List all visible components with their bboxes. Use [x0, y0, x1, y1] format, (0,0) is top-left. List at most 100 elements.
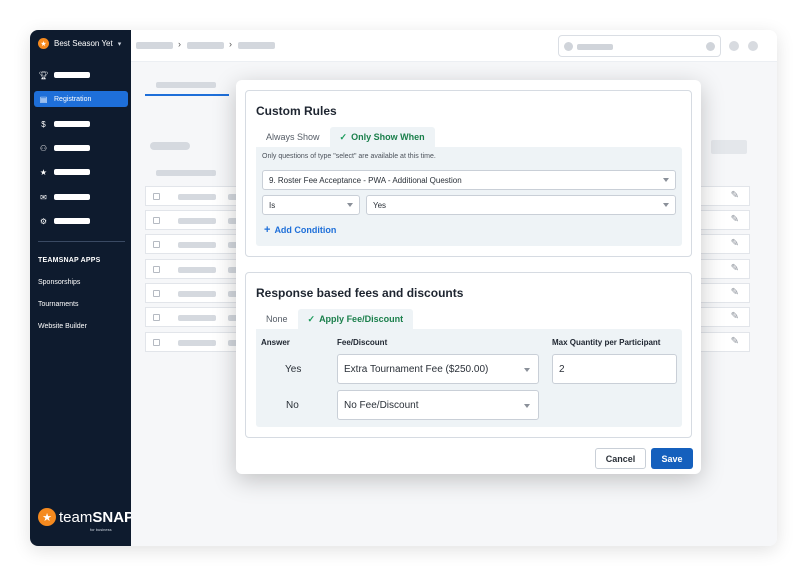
select-type-note: Only questions of type "select" are avai…: [262, 153, 436, 160]
sidebar-item-placeholder: [54, 194, 90, 200]
caret-down-icon: [347, 203, 353, 207]
clear-icon[interactable]: [706, 42, 715, 51]
fee-select-yes-value: Extra Tournament Fee ($250.00): [344, 363, 489, 375]
apps-title: TEAMSNAP APPS: [38, 257, 101, 264]
fees-panel: Response based fees and discounts None ✓…: [245, 272, 692, 438]
chevron-right-icon: ›: [178, 39, 181, 49]
notification-icon[interactable]: [729, 41, 739, 51]
brand-word-light: team: [59, 508, 93, 526]
edit-icon: ✎: [730, 190, 739, 201]
sidebar-item-4[interactable]: ⚇: [34, 140, 128, 156]
tab-apply-fee-label: Apply Fee/Discount: [319, 314, 404, 324]
season-logo-icon: ★: [38, 38, 49, 49]
season-selector[interactable]: ★ Best Season Yet ▾: [38, 38, 121, 49]
fee-select-yes[interactable]: Extra Tournament Fee ($250.00): [337, 354, 539, 384]
question-select[interactable]: 9. Roster Fee Acceptance - PWA - Additio…: [262, 170, 676, 190]
bg-button: [711, 140, 747, 154]
custom-rules-tabs: Always Show ✓ Only Show When: [256, 127, 435, 147]
answer-select[interactable]: Yes: [366, 195, 676, 215]
brand-word-bold: SNAP: [92, 508, 135, 526]
trophy-icon: 🏆︎: [38, 70, 49, 80]
tab-always-show[interactable]: Always Show: [256, 127, 330, 147]
season-label: Best Season Yet: [54, 39, 113, 48]
tab-none[interactable]: None: [256, 309, 298, 329]
condition-area: Only questions of type "select" are avai…: [256, 147, 682, 246]
avatar[interactable]: [748, 41, 758, 51]
check-icon: ✓: [339, 131, 348, 142]
plus-icon: +: [264, 224, 271, 236]
tab-only-show-when-label: Only Show When: [351, 132, 425, 142]
cancel-button[interactable]: Cancel: [595, 448, 646, 469]
search-icon: [564, 42, 573, 51]
tab-only-show-when[interactable]: ✓ Only Show When: [329, 127, 435, 147]
users-icon: ⚇: [39, 143, 48, 153]
sidebar-item-6[interactable]: ✉: [34, 189, 128, 205]
sidebar: ★ Best Season Yet ▾ 🏆︎ ▤ Registration $ …: [30, 30, 134, 546]
answer-column-header: Answer: [261, 338, 290, 347]
fee-column-header: Fee/Discount: [337, 338, 388, 347]
star-icon: ★: [39, 167, 48, 177]
sidebar-item-7[interactable]: ⚙: [34, 213, 128, 229]
sidebar-item-3[interactable]: $: [34, 116, 128, 132]
save-button[interactable]: Save: [651, 448, 693, 469]
bg-header: [156, 170, 216, 176]
sidebar-item-1[interactable]: 🏆︎: [34, 67, 128, 83]
breadcrumb-2[interactable]: [187, 42, 224, 49]
tab-apply-fee-discount[interactable]: ✓ Apply Fee/Discount: [297, 309, 414, 329]
max-quantity-value: 2: [559, 363, 565, 375]
answer-yes: Yes: [285, 364, 302, 375]
max-quantity-input[interactable]: 2: [552, 354, 677, 384]
edit-icon: ✎: [730, 263, 739, 274]
top-bar: › ›: [131, 30, 777, 62]
search-placeholder: [577, 44, 613, 50]
caret-down-icon: [663, 203, 669, 207]
caret-down-icon: [524, 368, 530, 372]
question-select-value: 9. Roster Fee Acceptance - PWA - Additio…: [269, 175, 462, 185]
brand-subtitle: for business: [90, 527, 112, 532]
search-input[interactable]: [558, 35, 721, 57]
answer-select-value: Yes: [373, 200, 387, 210]
breadcrumb-3[interactable]: [238, 42, 275, 49]
bg-tab-1: [156, 82, 216, 88]
operator-select-value: Is: [269, 200, 276, 210]
operator-select[interactable]: Is: [262, 195, 360, 215]
caret-down-icon: [663, 178, 669, 182]
custom-rules-modal: Custom Rules Always Show ✓ Only Show Whe…: [236, 80, 701, 474]
brand-star-icon: ★: [38, 508, 56, 526]
app-link-website-builder[interactable]: Website Builder: [38, 323, 87, 330]
fees-title: Response based fees and discounts: [256, 286, 464, 300]
custom-rules-title: Custom Rules: [256, 104, 337, 118]
sidebar-item-registration[interactable]: ▤ Registration: [34, 91, 128, 107]
add-condition-label: Add Condition: [274, 225, 337, 235]
chevron-down-icon: ▾: [117, 40, 122, 48]
custom-rules-panel: Custom Rules Always Show ✓ Only Show Whe…: [245, 90, 692, 257]
max-column-header: Max Quantity per Participant: [552, 338, 661, 347]
bg-tab-underline: [145, 94, 229, 96]
file-icon: ▤: [39, 94, 48, 104]
add-condition-button[interactable]: + Add Condition: [264, 224, 336, 236]
caret-down-icon: [524, 404, 530, 408]
edit-icon: ✎: [730, 311, 739, 322]
sidebar-item-placeholder: [54, 145, 90, 151]
brand-logo: ★ teamSNAP: [38, 508, 134, 526]
sidebar-divider: [38, 241, 125, 242]
fees-area: Answer Fee/Discount Max Quantity per Par…: [256, 329, 682, 427]
mail-icon: ✉: [40, 192, 47, 202]
edit-icon: ✎: [730, 336, 739, 347]
fee-select-no-value: No Fee/Discount: [344, 399, 419, 411]
sidebar-item-5[interactable]: ★: [34, 164, 128, 180]
edit-icon: ✎: [730, 238, 739, 249]
edit-icon: ✎: [730, 214, 739, 225]
fees-tabs: None ✓ Apply Fee/Discount: [256, 309, 414, 329]
sidebar-item-placeholder: [54, 169, 90, 175]
fee-select-no[interactable]: No Fee/Discount: [337, 390, 539, 420]
sidebar-item-placeholder: [54, 218, 90, 224]
app-link-tournaments[interactable]: Tournaments: [38, 301, 78, 308]
sidebar-item-placeholder: [54, 121, 90, 127]
chevron-right-icon: ›: [229, 39, 232, 49]
answer-no: No: [286, 400, 299, 411]
app-link-sponsorships[interactable]: Sponsorships: [38, 279, 80, 286]
bg-search: [150, 142, 190, 150]
sidebar-item-placeholder: [54, 72, 90, 78]
breadcrumb-1[interactable]: [136, 42, 173, 49]
